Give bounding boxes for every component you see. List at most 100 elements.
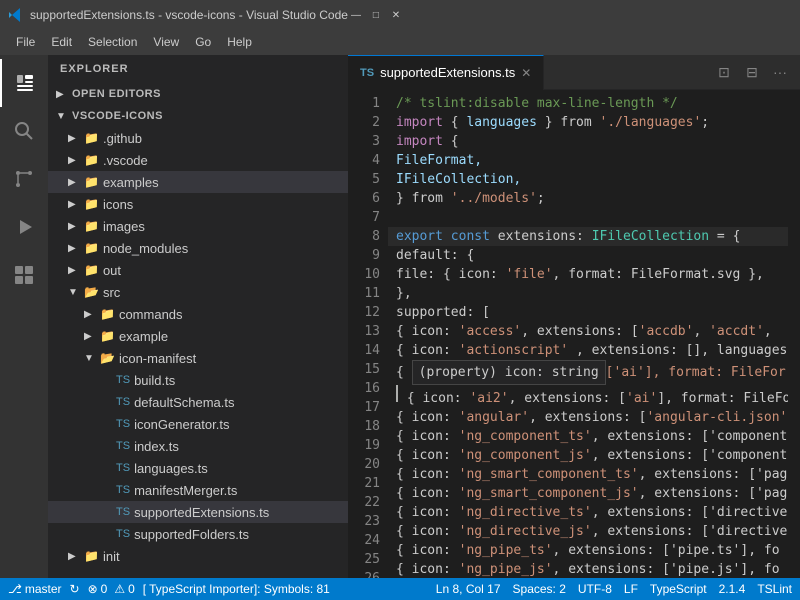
status-bar: ⎇ master ↻ ⊗ 0 ⚠ 0 [TypeScript Importer]…: [0, 578, 800, 600]
menu-file[interactable]: File: [8, 30, 43, 55]
more-actions-button[interactable]: ···: [768, 60, 792, 84]
code-line: { icon: 'actionscript' , extensions: [],…: [388, 341, 788, 360]
status-left: ⎇ master ↻ ⊗ 0 ⚠ 0 [TypeScript Importer]…: [8, 582, 330, 596]
close-button[interactable]: ✕: [388, 7, 404, 23]
vscode-folder-label: .vscode: [103, 153, 348, 168]
code-line: { icon: 'ng_directive_ts', extensions: […: [388, 503, 788, 522]
sidebar-item-vscode-icons[interactable]: ▼ VSCODE-ICONS: [48, 105, 348, 127]
sidebar-item-icons[interactable]: ▶ 📁 icons: [48, 193, 348, 215]
sidebar-item-out[interactable]: ▶ 📁 out: [48, 259, 348, 281]
typescript-file-icon: TS: [116, 418, 130, 430]
typescript-file-icon: TS: [116, 462, 130, 474]
sidebar-item-manifest-merger[interactable]: TS manifestMerger.ts: [48, 479, 348, 501]
code-editor: 123456 789101112 131415161718 1920212223…: [348, 90, 800, 578]
importer-status[interactable]: [TypeScript Importer]: Symbols: 81: [143, 582, 330, 596]
spaces-label: Spaces: 2: [513, 582, 566, 596]
ts-version-status[interactable]: 2.1.4: [719, 582, 746, 596]
source-control-activity-icon[interactable]: [0, 155, 48, 203]
supported-folders-label: supportedFolders.ts: [134, 527, 348, 542]
sync-status[interactable]: ↻: [70, 582, 80, 596]
folder-icon: 📁: [84, 219, 99, 233]
sidebar-item-examples[interactable]: ▶ 📁 examples: [48, 171, 348, 193]
folder-icon: 📁: [84, 549, 99, 563]
toggle-panel-button[interactable]: ⊟: [740, 60, 764, 84]
spaces-status[interactable]: Spaces: 2: [513, 582, 566, 596]
folder-icon: 📁: [84, 263, 99, 277]
sidebar-item-supported-folders[interactable]: TS supportedFolders.ts: [48, 523, 348, 545]
tab-label: supportedExtensions.ts: [380, 65, 515, 80]
sidebar-item-commands[interactable]: ▶ 📁 commands: [48, 303, 348, 325]
folder-icon: 📁: [84, 131, 99, 145]
sidebar-item-images[interactable]: ▶ 📁 images: [48, 215, 348, 237]
sidebar-item-src[interactable]: ▼ 📂 src: [48, 281, 348, 303]
explorer-activity-icon[interactable]: [0, 59, 48, 107]
menu-edit[interactable]: Edit: [43, 30, 80, 55]
linter-status[interactable]: TSLint: [757, 582, 792, 596]
typescript-file-icon: TS: [116, 440, 130, 452]
open-editors-label: OPEN EDITORS: [72, 88, 348, 100]
menu-go[interactable]: Go: [187, 30, 219, 55]
sidebar-item-icon-generator[interactable]: TS iconGenerator.ts: [48, 413, 348, 435]
ts-file-icon: TS: [360, 67, 374, 79]
sidebar-item-github[interactable]: ▶ 📁 .github: [48, 127, 348, 149]
vscode-icon: [8, 7, 24, 23]
code-line: FileFormat,: [388, 151, 788, 170]
node-modules-label: node_modules: [103, 241, 348, 256]
debug-activity-icon[interactable]: [0, 203, 48, 251]
menu-bar: File Edit Selection View Go Help: [0, 30, 800, 55]
cursor-position[interactable]: Ln 8, Col 17: [436, 582, 501, 596]
sidebar-item-languages[interactable]: TS languages.ts: [48, 457, 348, 479]
extensions-activity-icon[interactable]: [0, 251, 48, 299]
out-folder-label: out: [103, 263, 348, 278]
icon-generator-label: iconGenerator.ts: [134, 417, 348, 432]
error-count: 0: [101, 582, 108, 596]
code-content[interactable]: /* tslint:disable max-line-length */ imp…: [388, 90, 788, 578]
sidebar-item-icon-manifest[interactable]: ▼ 📂 icon-manifest: [48, 347, 348, 369]
sidebar-item-node-modules[interactable]: ▶ 📁 node_modules: [48, 237, 348, 259]
file-tree: ▶ OPEN EDITORS ▼ VSCODE-ICONS ▶ 📁 .githu…: [48, 83, 348, 578]
folder-icon: 📁: [100, 307, 115, 321]
menu-view[interactable]: View: [145, 30, 187, 55]
sidebar-item-supported-extensions[interactable]: TS supportedExtensions.ts: [48, 501, 348, 523]
git-branch-icon: ⎇: [8, 582, 22, 596]
split-editor-button[interactable]: ⊡: [712, 60, 736, 84]
collapse-arrow-icon: ▼: [68, 287, 84, 298]
sidebar-item-example[interactable]: ▶ 📁 example: [48, 325, 348, 347]
code-line: { icon: 'ai2', extensions: ['ai'], forma…: [388, 385, 788, 408]
ts-version-label: 2.1.4: [719, 582, 746, 596]
collapse-arrow-icon: ▶: [68, 177, 84, 188]
code-line: { icon: 'ng_smart_component_ts', extensi…: [388, 465, 788, 484]
collapse-arrow-icon: ▶: [68, 221, 84, 232]
collapse-arrow-icon: ▶: [68, 265, 84, 276]
cursor-pos-label: Ln 8, Col 17: [436, 582, 501, 596]
sidebar: EXPLORER ▶ OPEN EDITORS ▼ VSCODE-ICONS ▶…: [48, 55, 348, 578]
sidebar-item-build[interactable]: TS build.ts: [48, 369, 348, 391]
sidebar-item-init[interactable]: ▶ 📁 init: [48, 545, 348, 567]
manifest-merger-label: manifestMerger.ts: [134, 483, 348, 498]
importer-label: [: [143, 582, 146, 596]
sidebar-item-index[interactable]: TS index.ts: [48, 435, 348, 457]
language-status[interactable]: TypeScript: [650, 582, 707, 596]
git-branch-status[interactable]: ⎇ master: [8, 582, 62, 596]
line-ending-status[interactable]: LF: [624, 582, 638, 596]
sidebar-item-open-editors[interactable]: ▶ OPEN EDITORS: [48, 83, 348, 105]
encoding-status[interactable]: UTF-8: [578, 582, 612, 596]
tab-supported-extensions[interactable]: TS supportedExtensions.ts ✕: [348, 55, 544, 90]
menu-selection[interactable]: Selection: [80, 30, 145, 55]
sidebar-item-vscode[interactable]: ▶ 📁 .vscode: [48, 149, 348, 171]
minimize-button[interactable]: —: [348, 7, 364, 23]
typescript-file-icon: TS: [116, 506, 130, 518]
editor-scrollbar[interactable]: [788, 90, 800, 578]
errors-status[interactable]: ⊗ 0 ⚠ 0: [88, 582, 135, 596]
sidebar-item-default-schema[interactable]: TS defaultSchema.ts: [48, 391, 348, 413]
typescript-file-icon: TS: [116, 484, 130, 496]
collapse-arrow-icon: ▶: [68, 551, 84, 562]
search-activity-icon[interactable]: [0, 107, 48, 155]
maximize-button[interactable]: □: [368, 7, 384, 23]
sync-icon: ↻: [70, 582, 80, 596]
code-line: default: {: [388, 246, 788, 265]
code-line: { icon: 'ng_component_js', extensions: […: [388, 446, 788, 465]
tab-close-icon[interactable]: ✕: [521, 66, 531, 80]
menu-help[interactable]: Help: [219, 30, 260, 55]
build-file-label: build.ts: [134, 373, 348, 388]
